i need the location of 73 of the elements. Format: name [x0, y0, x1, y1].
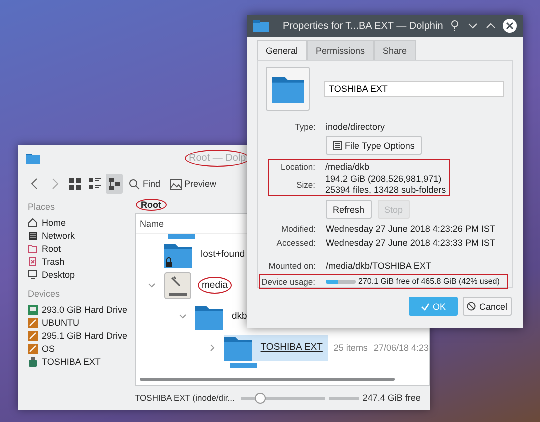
- network-icon: [28, 230, 38, 240]
- file-name[interactable]: TOSHIBA EXT: [258, 340, 326, 355]
- field-label: Mounted on:: [268, 260, 316, 270]
- file-type-options-button[interactable]: File Type Options: [326, 136, 422, 155]
- home-icon: [28, 218, 38, 228]
- tab[interactable]: General: [257, 40, 308, 60]
- field-value: Wednesday 27 June 2018 4:23:26 PM IST: [326, 224, 496, 234]
- field-label: Accessed:: [276, 238, 316, 248]
- tab[interactable]: Share: [374, 40, 416, 60]
- cancel-icon: [467, 302, 476, 311]
- find-button[interactable]: Find: [126, 178, 164, 190]
- sidebar-item[interactable]: UBUNTU: [28, 316, 135, 329]
- monitor-icon: [28, 270, 38, 280]
- icons-view-icon: [68, 178, 80, 190]
- status-text: TOSHIBA EXT (inode/dir...: [135, 392, 235, 404]
- drive-icon: [164, 272, 192, 300]
- sidebar-item[interactable]: Network: [28, 229, 135, 242]
- field-label: Size:: [296, 180, 316, 190]
- icon-picker-button[interactable]: [266, 67, 310, 111]
- file-name[interactable]: media: [198, 277, 232, 294]
- sidebar-item[interactable]: OS: [28, 342, 135, 355]
- item-count: 25 items: [334, 342, 368, 352]
- checkmark-icon: [420, 302, 430, 310]
- field-value: 194.2 GiB (208,526,981,971): [326, 174, 443, 184]
- scrollbar[interactable]: [140, 378, 395, 381]
- section-heading: Devices: [28, 289, 62, 299]
- space-bar: [328, 396, 359, 400]
- drive-icon: [28, 344, 38, 354]
- sidebar-item[interactable]: Trash: [28, 255, 135, 268]
- column-header[interactable]: Name: [140, 218, 164, 228]
- file-name[interactable]: dkb: [229, 309, 250, 324]
- close-icon: [502, 19, 517, 33]
- usage-text: 270.1 GiB free of 465.8 GiB (42% used): [358, 277, 500, 286]
- sidebar-item[interactable]: Home: [28, 216, 135, 229]
- drive-icon: [28, 330, 38, 340]
- sidebar-item[interactable]: Desktop: [28, 268, 135, 281]
- field-label: Location:: [280, 162, 316, 172]
- field-value: 25394 files, 13428 sub-folders: [326, 185, 448, 195]
- field-label: Type:: [294, 122, 316, 132]
- field-value: inode/directory: [326, 122, 386, 132]
- sidebar-item[interactable]: 293.0 GiB Hard Drive: [28, 303, 135, 316]
- tab[interactable]: Permissions: [307, 40, 374, 60]
- sidebar-item[interactable]: Root: [28, 242, 135, 255]
- trash-icon: [28, 256, 38, 266]
- field-value: Wednesday 27 June 2018 4:23:33 PM IST: [326, 238, 496, 248]
- search-icon: [129, 178, 140, 190]
- image-icon: [170, 178, 182, 190]
- field-value: /media/dkb/TOSHIBA EXT: [326, 260, 432, 270]
- free-space-text: 247.4 GiB free: [362, 393, 421, 403]
- name-field[interactable]: TOSHIBA EXT: [324, 81, 504, 97]
- cancel-button[interactable]: Cancel: [463, 297, 512, 316]
- preview-button[interactable]: Preview: [166, 178, 220, 190]
- field-value: /media/dkb: [326, 162, 371, 172]
- drive-icon: [28, 304, 38, 314]
- close-button[interactable]: [502, 19, 517, 33]
- drive-icon: [28, 318, 38, 328]
- dialog-title: Properties for T...BA EXT — Dolphin: [283, 20, 444, 32]
- refresh-button[interactable]: Refresh: [326, 200, 372, 219]
- modified-date: 27/06/18 4:23: [374, 342, 429, 352]
- slider-handle[interactable]: [255, 392, 266, 404]
- section-heading: Places: [28, 202, 56, 212]
- sidebar-item[interactable]: 295.1 GiB Hard Drive: [28, 329, 135, 342]
- list-icon: [333, 141, 342, 150]
- compact-view-icon: [88, 178, 100, 190]
- field-label: Device usage:: [260, 276, 316, 286]
- breadcrumb[interactable]: Root: [136, 199, 166, 211]
- locked-folder-icon: [164, 242, 192, 268]
- view-mode-button[interactable]: [106, 174, 123, 194]
- details-view-icon: [108, 178, 120, 190]
- usb-drive-icon: [28, 356, 38, 366]
- sidebar-item[interactable]: TOSHIBA EXT: [28, 355, 135, 368]
- field-label: Modified:: [280, 224, 316, 234]
- file-name[interactable]: lost+found: [198, 247, 248, 262]
